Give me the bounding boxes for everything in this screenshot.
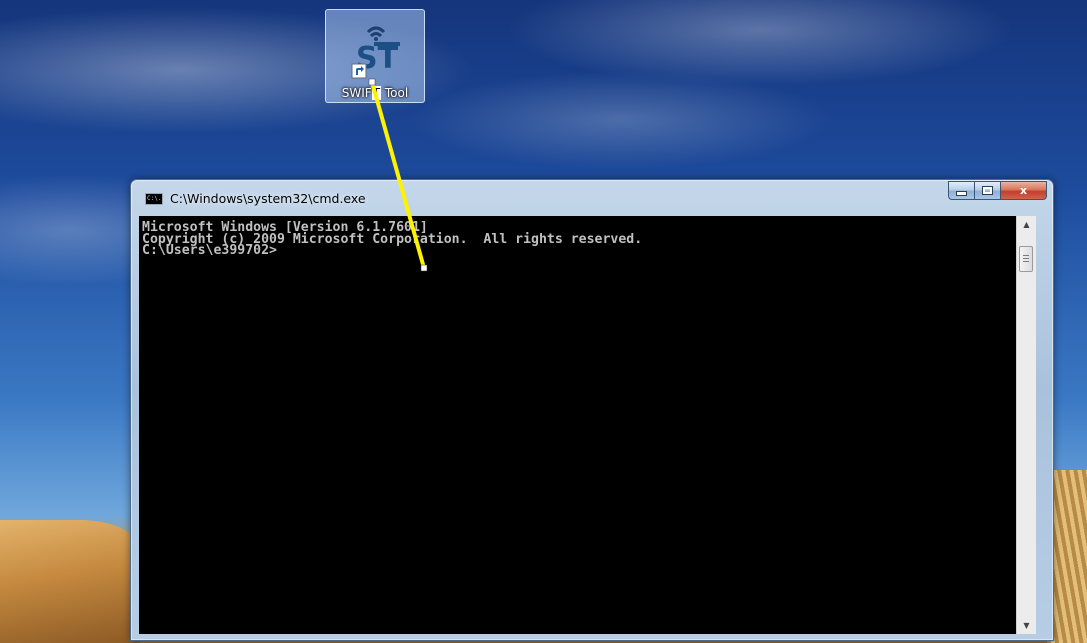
chevron-up-icon: ▲: [1023, 220, 1030, 229]
desktop-wallpaper-field: [0, 520, 140, 643]
scroll-up-button[interactable]: ▲: [1017, 216, 1036, 233]
console-area[interactable]: Microsoft Windows [Version 6.1.7601] Cop…: [139, 216, 1016, 634]
maximize-button[interactable]: [974, 181, 1001, 200]
window-title: C:\Windows\system32\cmd.exe: [170, 191, 366, 206]
vertical-scrollbar[interactable]: ▲ ▼: [1016, 216, 1036, 634]
grip-icon: [1023, 255, 1029, 263]
caption-buttons: x: [948, 181, 1047, 201]
close-button[interactable]: x: [1000, 181, 1047, 200]
console-prompt[interactable]: C:\Users\e399702>: [139, 244, 1016, 257]
window-titlebar[interactable]: C:\. C:\Windows\system32\cmd.exe x: [131, 180, 1053, 216]
minimize-icon: [956, 191, 967, 196]
scroll-down-button[interactable]: ▼: [1017, 617, 1036, 634]
swift-tool-icon-label: SWIFT Tool: [341, 86, 409, 100]
swift-tool-desktop-icon[interactable]: ST SWIFT Tool: [325, 9, 425, 103]
cmd-app-icon[interactable]: C:\.: [145, 193, 163, 205]
cmd-window[interactable]: C:\. C:\Windows\system32\cmd.exe x Micro…: [130, 179, 1054, 641]
close-icon: x: [1019, 184, 1028, 197]
minimize-button[interactable]: [948, 181, 975, 200]
maximize-icon: [983, 187, 992, 194]
swift-tool-shortcut-icon: ST: [351, 26, 400, 79]
chevron-down-icon: ▼: [1023, 621, 1030, 630]
scroll-thumb[interactable]: [1019, 246, 1033, 272]
